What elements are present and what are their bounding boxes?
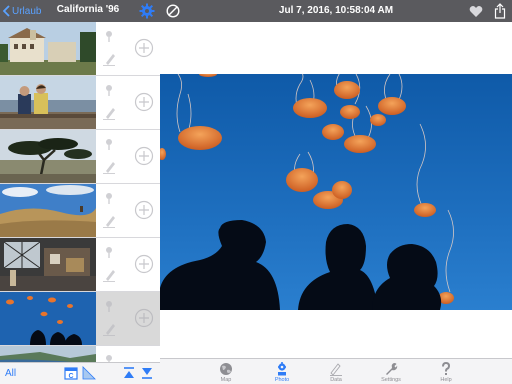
- album-title: California '96: [56, 4, 120, 15]
- globe-icon: [220, 363, 232, 375]
- photo-thumbnail[interactable]: [0, 238, 96, 291]
- add-circle-icon[interactable]: [134, 254, 154, 274]
- add-circle-icon[interactable]: [134, 92, 154, 112]
- question-icon: [442, 362, 451, 375]
- tab-data-label: Data: [330, 377, 342, 383]
- tab-photo[interactable]: Photo: [254, 359, 310, 384]
- app-window: Urlaub California '96 All C Jul 7, 2016,…: [0, 0, 512, 384]
- ascending-icon[interactable]: [82, 366, 96, 380]
- pin-icon: [106, 85, 112, 96]
- photo-thumbnail[interactable]: [0, 130, 96, 183]
- pin-icon: [106, 355, 112, 362]
- row-status-icons: [100, 130, 118, 183]
- add-circle-icon[interactable]: [134, 308, 154, 328]
- tab-help-label: Help: [440, 377, 452, 383]
- photo-row[interactable]: [0, 184, 160, 238]
- detail-toolbar: Jul 7, 2016, 10:58:04 AM: [160, 0, 512, 22]
- heart-icon[interactable]: [469, 5, 483, 18]
- pen-icon: [103, 108, 115, 120]
- photo-thumbnail[interactable]: [0, 184, 96, 237]
- tab-photo-label: Photo: [274, 377, 290, 383]
- sidebar-header: Urlaub California '96: [0, 0, 160, 22]
- bottom-tab-bar: Map Photo Data Settings Help: [160, 358, 512, 384]
- gear-icon[interactable]: [139, 3, 155, 19]
- photo-thumbnail[interactable]: [0, 76, 96, 129]
- pin-icon: [106, 193, 112, 204]
- photo-detail-pane: Jul 7, 2016, 10:58:04 AM Map Photo Data …: [160, 0, 512, 384]
- pin-icon: [106, 31, 112, 42]
- calendar-sort-icon[interactable]: C: [64, 366, 78, 380]
- all-filter-link[interactable]: All: [5, 368, 16, 379]
- photo-row[interactable]: [0, 130, 160, 184]
- photo-thumbnail[interactable]: [0, 292, 96, 345]
- pen-icon: [103, 54, 115, 66]
- tab-data[interactable]: Data: [308, 359, 364, 384]
- pen-icon: [103, 324, 115, 336]
- photo-row[interactable]: [0, 238, 160, 292]
- share-icon[interactable]: [494, 3, 506, 19]
- main-photo[interactable]: [160, 74, 512, 310]
- row-status-icons: [100, 76, 118, 129]
- photo-row[interactable]: [0, 76, 160, 130]
- pen-icon: [103, 162, 115, 174]
- pen-icon: [103, 270, 115, 282]
- sidebar-toolbar: All C: [0, 362, 160, 384]
- row-status-icons: [100, 238, 118, 291]
- row-status-icons: [100, 346, 118, 362]
- tab-settings-label: Settings: [381, 377, 401, 383]
- tab-map[interactable]: Map: [198, 359, 254, 384]
- no-entry-icon[interactable]: [166, 4, 180, 18]
- wrench-icon: [386, 363, 398, 375]
- pin-icon: [106, 139, 112, 150]
- tab-map-label: Map: [220, 377, 232, 383]
- row-status-icons: [100, 184, 118, 237]
- photo-date-title: Jul 7, 2016, 10:58:04 AM: [278, 5, 394, 16]
- pen-icon: [103, 216, 115, 228]
- add-circle-icon[interactable]: [134, 200, 154, 220]
- photo-row[interactable]: [0, 346, 160, 362]
- photo-thumbnail[interactable]: [0, 22, 96, 75]
- sidebar: Urlaub California '96 All C: [0, 0, 160, 384]
- pin-icon: [106, 301, 112, 312]
- tab-help[interactable]: Help: [418, 359, 474, 384]
- add-circle-icon[interactable]: [134, 38, 154, 58]
- back-button-label: Urlaub: [12, 5, 42, 17]
- photo-row-selected[interactable]: [0, 292, 160, 346]
- chevron-left-icon: [3, 5, 10, 17]
- svg-text:C: C: [68, 373, 73, 380]
- back-button[interactable]: Urlaub: [3, 3, 41, 19]
- scroll-top-icon[interactable]: [122, 366, 136, 380]
- photo-gear-icon: [278, 362, 286, 376]
- row-status-icons: [100, 292, 118, 345]
- tab-settings[interactable]: Settings: [363, 359, 419, 384]
- data-icon: [330, 363, 342, 376]
- photo-thumbnail[interactable]: [0, 346, 96, 362]
- add-circle-icon[interactable]: [134, 146, 154, 166]
- pin-icon: [106, 247, 112, 258]
- photo-row[interactable]: [0, 22, 160, 76]
- scroll-bottom-icon[interactable]: [140, 366, 154, 380]
- row-status-icons: [100, 22, 118, 75]
- photo-list[interactable]: [0, 22, 160, 362]
